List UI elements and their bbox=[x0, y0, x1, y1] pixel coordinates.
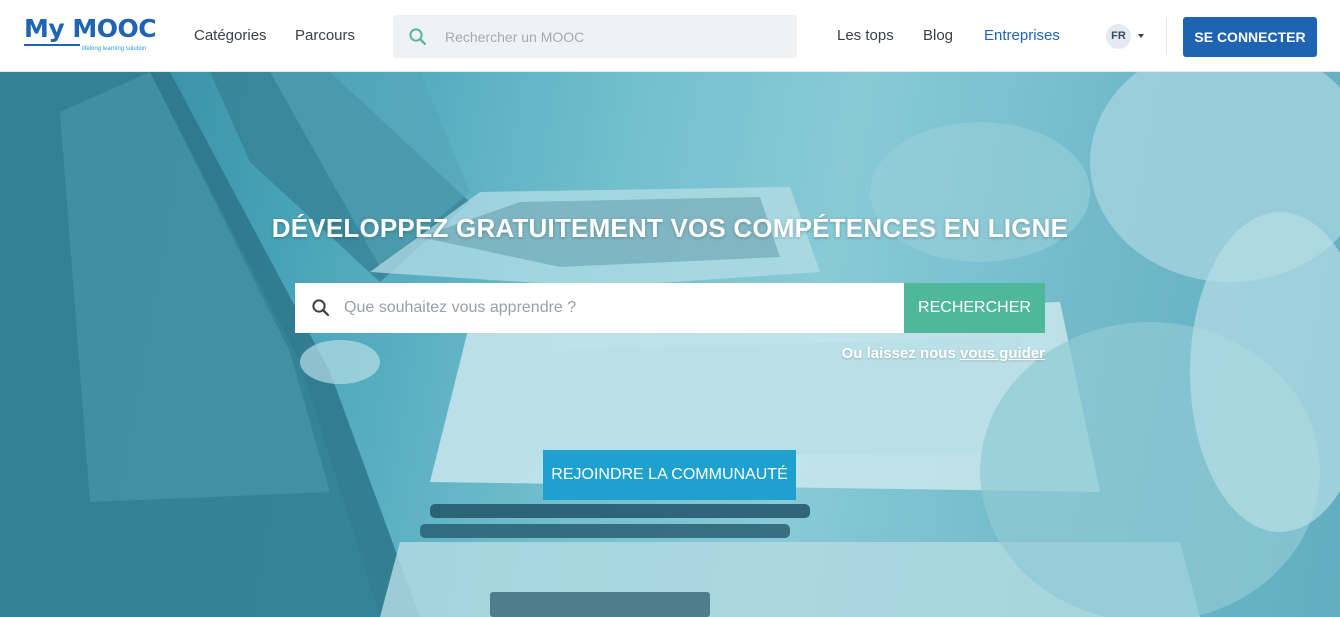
search-icon bbox=[409, 28, 427, 46]
language-selector[interactable]: FR bbox=[1106, 24, 1150, 50]
guide-prefix: Ou laissez nous bbox=[841, 345, 956, 362]
nav-les-tops[interactable]: Les tops bbox=[837, 27, 894, 44]
header-search-bar[interactable] bbox=[393, 15, 797, 58]
language-badge: FR bbox=[1106, 24, 1131, 49]
header-divider bbox=[1166, 17, 1167, 55]
join-community-button[interactable]: REJOINDRE LA COMMUNAUTÉ bbox=[543, 450, 796, 500]
hero-banner: DÉVELOPPEZ GRATUITEMENT VOS COMPÉTENCES … bbox=[0, 72, 1340, 617]
login-button[interactable]: SE CONNECTER bbox=[1183, 17, 1317, 57]
hero-search-bar: RECHERCHER bbox=[295, 283, 1045, 333]
caret-down-icon bbox=[1138, 34, 1144, 38]
search-submit-button[interactable]: RECHERCHER bbox=[904, 283, 1045, 333]
hero-search-input[interactable] bbox=[344, 283, 894, 333]
logo-tagline: lifelong learning solution bbox=[82, 46, 147, 52]
guide-link[interactable]: vous guider bbox=[960, 345, 1045, 362]
hero-overlay bbox=[0, 72, 1340, 617]
nav-parcours[interactable]: Parcours bbox=[295, 27, 355, 44]
logo-text: My MOOC bbox=[24, 14, 157, 43]
hero-search-box[interactable] bbox=[295, 283, 904, 333]
top-header: My MOOC lifelong learning solution Catég… bbox=[0, 0, 1340, 72]
nav-categories[interactable]: Catégories bbox=[194, 27, 267, 44]
header-search-input[interactable] bbox=[445, 15, 785, 58]
nav-entreprises[interactable]: Entreprises bbox=[984, 27, 1060, 44]
guide-prompt: Ou laissez nous vous guider bbox=[700, 345, 1045, 362]
mymooc-logo[interactable]: My MOOC lifelong learning solution bbox=[24, 14, 164, 56]
search-icon bbox=[312, 299, 330, 317]
hero-title: DÉVELOPPEZ GRATUITEMENT VOS COMPÉTENCES … bbox=[271, 213, 1069, 243]
logo-underline bbox=[24, 44, 80, 46]
nav-blog[interactable]: Blog bbox=[923, 27, 953, 44]
